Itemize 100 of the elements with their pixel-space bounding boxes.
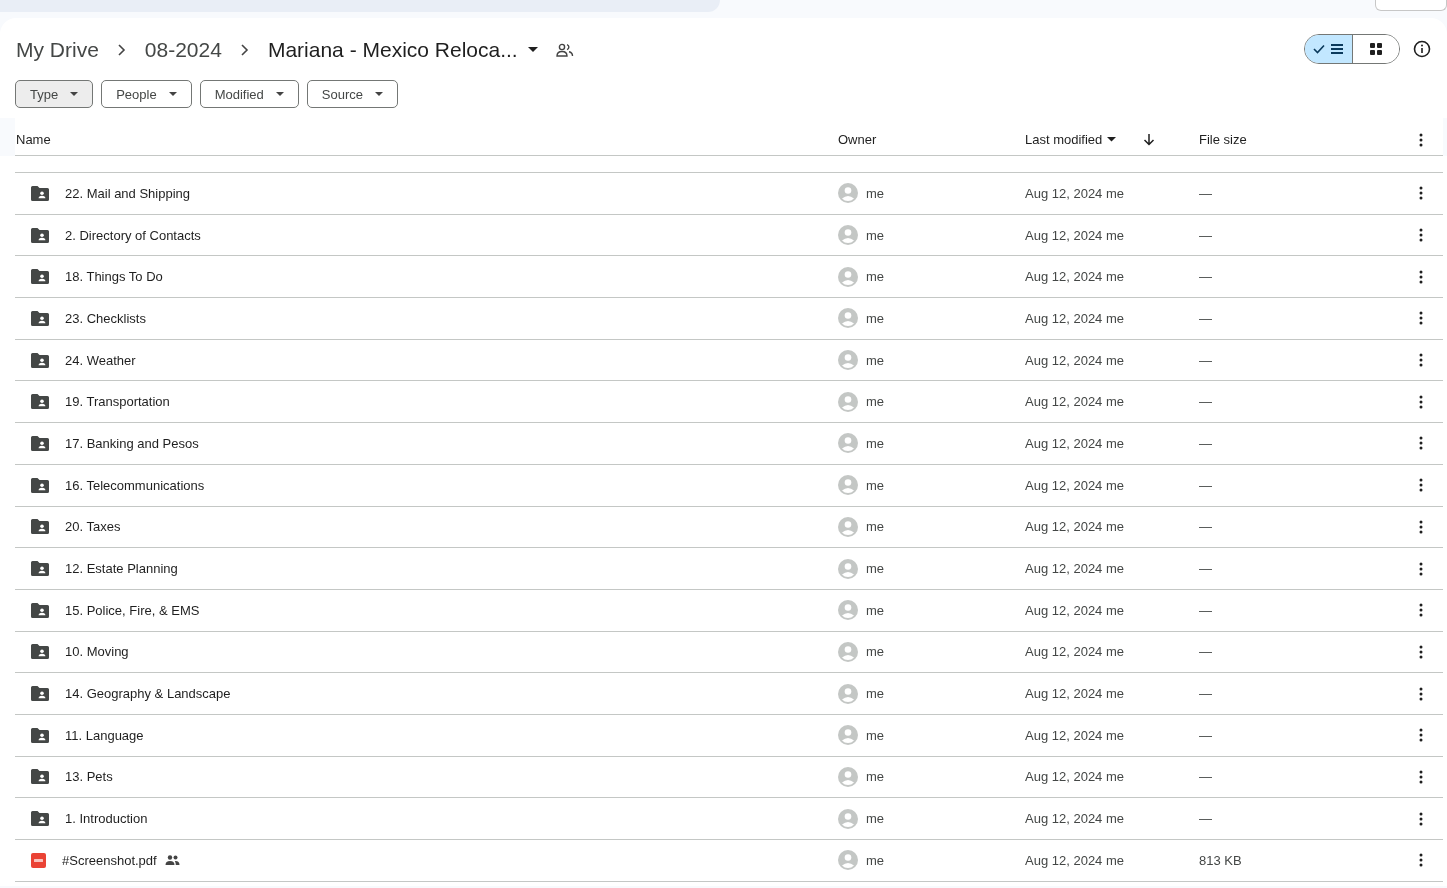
caret-icon bbox=[527, 47, 538, 53]
filter-chip[interactable]: Source bbox=[306, 80, 398, 108]
modified-date: Aug 12, 2024 me bbox=[1025, 561, 1126, 577]
more-icon[interactable] bbox=[1419, 311, 1423, 326]
more-icon[interactable] bbox=[1419, 603, 1423, 618]
more-icon[interactable] bbox=[1419, 519, 1423, 534]
file-name[interactable]: 13. Pets bbox=[65, 769, 113, 785]
column-header[interactable]: Owner bbox=[838, 132, 1025, 147]
file-size: — bbox=[1199, 602, 1213, 618]
file-name[interactable]: 10. Moving bbox=[65, 644, 129, 660]
file-name[interactable]: 20. Taxes bbox=[65, 519, 121, 535]
avatar-icon bbox=[838, 600, 858, 621]
info-icon[interactable] bbox=[1413, 40, 1431, 58]
more-icon[interactable] bbox=[1419, 644, 1423, 659]
filter-chip[interactable]: Modified bbox=[199, 80, 299, 108]
avatar-icon bbox=[838, 766, 858, 787]
file-name[interactable]: 18. Things To Do bbox=[65, 269, 163, 285]
pdf-icon bbox=[31, 852, 46, 868]
avatar-icon bbox=[838, 183, 858, 204]
breadcrumb-item[interactable]: Mariana - Mexico Reloca... bbox=[267, 38, 538, 62]
modified-date: Aug 12, 2024 me bbox=[1025, 227, 1126, 243]
file-name[interactable]: 12. Estate Planning bbox=[65, 561, 178, 577]
file-name[interactable]: 15. Police, Fire, & EMS bbox=[65, 602, 200, 618]
more-icon[interactable] bbox=[1419, 353, 1423, 368]
more-icon[interactable] bbox=[1419, 686, 1423, 701]
more-icon[interactable] bbox=[1419, 228, 1423, 243]
modified-date: Aug 12, 2024 me bbox=[1025, 686, 1126, 702]
column-header[interactable]: Last modified bbox=[1025, 132, 1103, 147]
avatar-icon bbox=[838, 683, 858, 704]
more-icon[interactable] bbox=[1419, 436, 1423, 451]
owner-name: me bbox=[866, 269, 885, 285]
filter-chip[interactable]: People bbox=[101, 80, 192, 108]
people-icon[interactable] bbox=[555, 43, 574, 57]
more-icon[interactable] bbox=[1419, 561, 1423, 576]
caret-icon bbox=[168, 91, 177, 97]
more-icon[interactable] bbox=[1419, 853, 1423, 868]
owner-name: me bbox=[866, 227, 885, 243]
shared-icon bbox=[164, 855, 180, 866]
file-name[interactable]: 11. Language bbox=[65, 727, 144, 743]
owner-name: me bbox=[866, 435, 885, 451]
more-icon[interactable] bbox=[1419, 394, 1423, 409]
check-icon bbox=[1313, 44, 1325, 54]
avatar-icon bbox=[838, 558, 858, 579]
sort-arrow-icon[interactable] bbox=[1143, 133, 1156, 146]
list-icon bbox=[1330, 43, 1344, 55]
more-icon[interactable] bbox=[1419, 769, 1423, 784]
file-name[interactable]: #Screenshot.pdf bbox=[62, 852, 157, 868]
shared-folder-icon bbox=[31, 519, 49, 535]
filter-chip[interactable]: Type bbox=[15, 80, 94, 108]
breadcrumb-item[interactable]: My Drive bbox=[16, 38, 99, 62]
file-name[interactable]: 14. Geography & Landscape bbox=[65, 686, 231, 702]
avatar-icon bbox=[838, 391, 858, 412]
owner-name: me bbox=[866, 477, 885, 493]
file-name[interactable]: 17. Banking and Pesos bbox=[65, 435, 199, 451]
more-icon[interactable] bbox=[1419, 186, 1423, 201]
shared-folder-icon bbox=[31, 352, 49, 368]
file-name[interactable]: 24. Weather bbox=[65, 352, 136, 368]
more-icon[interactable] bbox=[1419, 811, 1423, 826]
column-header[interactable]: Name bbox=[15, 132, 838, 147]
avatar-icon bbox=[838, 308, 858, 329]
avatar-icon bbox=[838, 808, 858, 829]
shared-folder-icon bbox=[31, 310, 49, 326]
owner-name: me bbox=[866, 811, 885, 827]
more-icon[interactable] bbox=[1419, 132, 1423, 147]
more-icon[interactable] bbox=[1419, 269, 1423, 284]
file-size: — bbox=[1199, 811, 1213, 827]
more-icon[interactable] bbox=[1419, 728, 1423, 743]
avatar-icon bbox=[838, 850, 858, 871]
file-size: — bbox=[1199, 394, 1213, 410]
owner-name: me bbox=[866, 769, 885, 785]
caret-icon[interactable] bbox=[1107, 137, 1117, 142]
more-icon[interactable] bbox=[1419, 478, 1423, 493]
caret-icon bbox=[375, 91, 383, 97]
shared-folder-icon bbox=[31, 644, 49, 660]
file-name[interactable]: 2. Directory of Contacts bbox=[65, 227, 201, 243]
file-name[interactable]: 22. Mail and Shipping bbox=[65, 185, 191, 201]
owner-name: me bbox=[866, 644, 885, 660]
file-size: — bbox=[1199, 435, 1213, 451]
grid-view-button[interactable] bbox=[1352, 35, 1399, 63]
shared-folder-icon bbox=[31, 769, 49, 785]
file-name[interactable]: 16. Telecommunications bbox=[65, 477, 205, 493]
shared-folder-icon bbox=[31, 227, 49, 243]
column-header[interactable]: File size bbox=[1199, 132, 1419, 147]
modified-date: Aug 12, 2024 me bbox=[1025, 769, 1126, 785]
file-name[interactable]: 19. Transportation bbox=[65, 394, 170, 410]
file-size: 813 KB bbox=[1199, 852, 1243, 868]
chevron-icon bbox=[239, 43, 250, 57]
file-size: — bbox=[1199, 477, 1213, 493]
shared-folder-icon bbox=[31, 727, 49, 743]
list-view-button[interactable] bbox=[1305, 35, 1352, 63]
shared-folder-icon bbox=[31, 561, 49, 577]
modified-date: Aug 12, 2024 me bbox=[1025, 519, 1126, 535]
avatar-icon bbox=[838, 641, 858, 662]
breadcrumb-item[interactable]: 08-2024 bbox=[144, 38, 222, 62]
modified-date: Aug 12, 2024 me bbox=[1025, 811, 1126, 827]
owner-name: me bbox=[866, 519, 885, 535]
view-toggle[interactable] bbox=[1304, 34, 1400, 64]
modified-date: Aug 12, 2024 me bbox=[1025, 852, 1126, 868]
file-name[interactable]: 1. Introduction bbox=[65, 811, 148, 827]
file-name[interactable]: 23. Checklists bbox=[65, 310, 146, 326]
